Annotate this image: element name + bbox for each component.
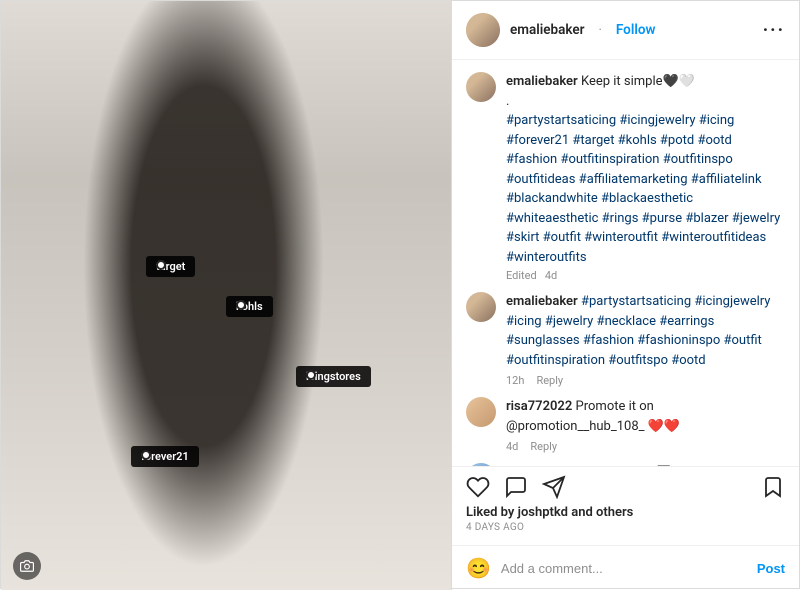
caption-avatar[interactable] (466, 72, 496, 102)
comment-2-avatar[interactable] (466, 397, 496, 427)
post-container: target kohls icingstores forever21 (0, 0, 800, 589)
caption-hashtags: #partystartsaticing #icingjewelry #icing… (506, 111, 785, 267)
comment-button[interactable] (504, 475, 528, 499)
share-button[interactable] (542, 475, 566, 499)
post-actions: Liked by joshptkd and others 4 DAYS AGO (452, 466, 799, 545)
likes-username[interactable]: joshptkd (518, 505, 568, 520)
comment-2-text: risa772022 Promote it on @promotion__hub… (506, 397, 785, 436)
product-tag-forever21[interactable]: forever21 (131, 446, 199, 467)
comment-2-username[interactable]: risa772022 (506, 399, 572, 414)
post-header: emaliebaker · Follow ··· (452, 1, 799, 60)
caption-dot: . (506, 92, 785, 112)
comment-1-meta: 12h Reply (506, 374, 785, 387)
post-comment-button[interactable]: Post (757, 561, 785, 576)
post-timestamp: 4 DAYS AGO (466, 522, 785, 533)
likes-text: Liked by joshptkd and others (466, 505, 785, 520)
header-username[interactable]: emaliebaker (510, 22, 584, 38)
camera-icon (13, 552, 41, 580)
product-tag-kohls[interactable]: kohls (226, 296, 273, 317)
comment-2-meta: 4d Reply (506, 440, 785, 453)
figure-overlay (1, 1, 451, 590)
post-image: target kohls icingstores forever21 (1, 1, 451, 590)
comment-2-reply[interactable]: Reply (530, 440, 557, 453)
caption-text: emaliebaker Keep it simple🖤🤍 (506, 72, 785, 92)
add-comment-row: 😊 Post (452, 545, 799, 590)
product-tag-icing[interactable]: icingstores (296, 366, 371, 387)
comment-2-body: risa772022 Promote it on @promotion__hub… (506, 397, 785, 453)
caption-username[interactable]: emaliebaker (506, 74, 578, 89)
comment-1-avatar[interactable] (466, 292, 496, 322)
comment-1-text: emaliebaker #partystartsaticing #icingje… (506, 292, 785, 370)
comment-input[interactable] (501, 561, 747, 576)
comment-row-2: risa772022 Promote it on @promotion__hub… (466, 397, 785, 453)
follow-button[interactable]: Follow (616, 22, 656, 38)
comment-1-body: emaliebaker #partystartsaticing #icingje… (506, 292, 785, 387)
caption-edited: Edited 4d (506, 269, 785, 282)
like-button[interactable] (466, 475, 490, 499)
post-content: emaliebaker Keep it simple🖤🤍 . #partysta… (452, 60, 799, 466)
caption-body: emaliebaker Keep it simple🖤🤍 . #partysta… (506, 72, 785, 282)
more-options-button[interactable]: ··· (763, 20, 785, 41)
caption-hashtag-text: #partystartsaticing #icingjewelry #icing… (506, 113, 780, 265)
emoji-button[interactable]: 😊 (466, 556, 491, 580)
caption-simple-text: Keep it simple🖤🤍 (581, 74, 695, 89)
comment-row-1: emaliebaker #partystartsaticing #icingje… (466, 292, 785, 387)
header-avatar[interactable] (466, 13, 500, 47)
comment-2-time: 4d (506, 440, 518, 453)
action-icons-row (466, 475, 785, 499)
header-dot: · (598, 23, 601, 38)
post-info-panel: emaliebaker · Follow ··· emaliebaker Kee… (451, 1, 799, 590)
comment-1-reply[interactable]: Reply (536, 374, 563, 387)
image-background: target kohls icingstores forever21 (1, 1, 451, 590)
bookmark-button[interactable] (761, 475, 785, 499)
comment-1-time: 12h (506, 374, 524, 387)
caption-row: emaliebaker Keep it simple🖤🤍 . #partysta… (466, 72, 785, 282)
comment-1-username[interactable]: emaliebaker (506, 294, 578, 309)
product-tag-target[interactable]: target (146, 256, 195, 277)
